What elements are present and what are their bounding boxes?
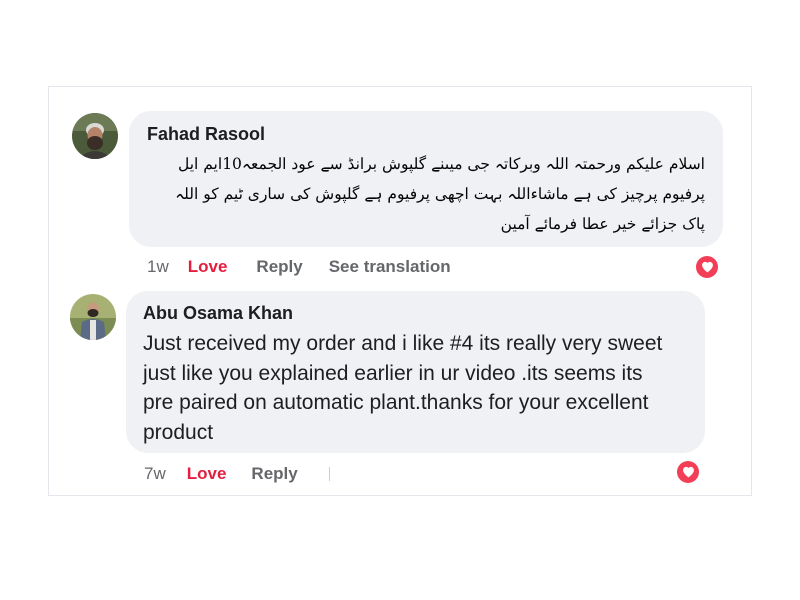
avatar-abu-osama-khan[interactable] [70, 294, 116, 340]
comment-text: Just received my order and i like #4 its… [143, 332, 663, 444]
reply-button[interactable]: Reply [256, 257, 302, 277]
comment-bubble-1: Fahad Rasool اسلام علیکم ورحمتہ اللہ وبر… [129, 111, 723, 247]
heart-icon [701, 261, 713, 273]
comment-timestamp[interactable]: 7w [144, 464, 166, 484]
comment-text: اسلام علیکم ورحمتہ اللہ وبرکاتہ جی میںنے… [175, 155, 705, 233]
love-button[interactable]: Love [188, 257, 228, 277]
love-button[interactable]: Love [187, 464, 227, 484]
comment-actions-1: 1w Love Reply See translation [147, 257, 451, 277]
comment-author[interactable]: Abu Osama Khan [143, 303, 293, 324]
heart-icon [682, 466, 694, 478]
avatar-fahad-rasool[interactable] [72, 113, 118, 159]
see-translation-link[interactable]: See translation [329, 257, 451, 277]
comment-author[interactable]: Fahad Rasool [147, 124, 265, 145]
comments-panel: Fahad Rasool اسلام علیکم ورحمتہ اللہ وبر… [48, 86, 752, 496]
reaction-badge[interactable] [675, 459, 701, 485]
reply-button[interactable]: Reply [251, 464, 297, 484]
comment-timestamp[interactable]: 1w [147, 257, 169, 277]
action-divider [329, 467, 330, 481]
reaction-badge[interactable] [694, 254, 720, 280]
comment-actions-2: 7w Love Reply [144, 464, 298, 484]
comment-bubble-2: Abu Osama Khan Just received my order an… [126, 291, 705, 453]
